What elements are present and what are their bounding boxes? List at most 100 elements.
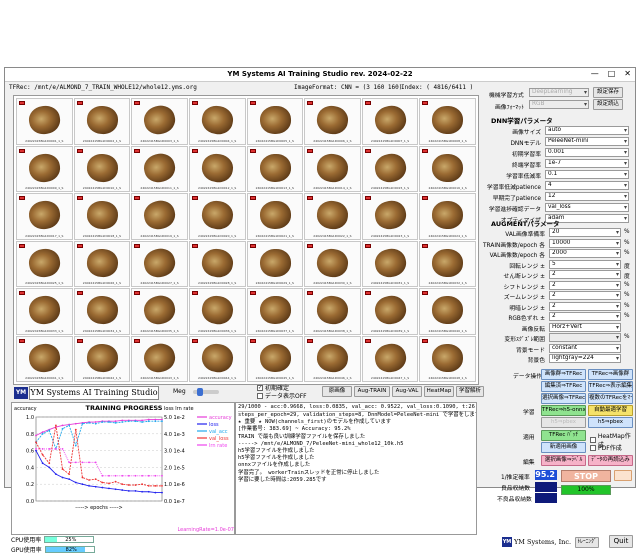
thumbnail[interactable]: 24022415BG1D0020_1_S — [188, 193, 246, 240]
reload-data-button[interactable]: ﾃﾞｰﾀの再読込み — [588, 455, 633, 466]
aug-param-input[interactable]: constant — [549, 343, 621, 353]
thumbnail[interactable]: 24022415BG1D0033_1_S — [16, 288, 73, 335]
selected-to-label-button[interactable]: 選択画像⇒ﾗﾍﾞﾙ — [541, 455, 586, 466]
pdf-checkbox[interactable]: PDF作成 — [590, 443, 622, 452]
trec-batch-button[interactable]: TFRec ﾊﾞｯﾁ — [541, 430, 586, 441]
thumbnail[interactable]: 24022415BG1D0004_1_S — [188, 98, 246, 145]
close-button[interactable]: ✕ — [624, 69, 631, 78]
aug-param-input[interactable]: 2 — [549, 291, 621, 300]
thumbnail[interactable]: 24022415BG1D0048_1_S — [419, 335, 476, 382]
flag-icon[interactable] — [191, 338, 198, 343]
new-apply-images-button[interactable]: 新適用画像 — [541, 442, 586, 453]
flag-icon[interactable] — [134, 338, 141, 343]
thumbnail[interactable]: 24022415BG1D0010_1_S — [73, 145, 131, 192]
flag-icon[interactable] — [249, 338, 256, 343]
flag-icon[interactable] — [76, 148, 83, 153]
flag-icon[interactable] — [191, 291, 198, 295]
flag-icon[interactable] — [191, 196, 198, 200]
thumbnail[interactable]: 24022415BG1D0008_1_S — [419, 98, 476, 145]
thumbnail[interactable]: 24022415BG1D0012_1_S — [188, 145, 246, 192]
image-format-select[interactable]: RGB — [529, 100, 589, 109]
flag-icon[interactable] — [191, 243, 198, 248]
thumbnail[interactable]: 24022415BG1D0001_1_S — [16, 98, 73, 145]
thumbnail[interactable]: 24022415BG1D0043_1_S — [131, 335, 188, 382]
flag-icon[interactable] — [249, 196, 256, 200]
flag-icon[interactable] — [364, 291, 371, 295]
selected-to-trec-button[interactable]: 選択画像⇒TFRec — [541, 393, 586, 404]
thumbnail[interactable]: 24022415BG1D0047_1_S — [361, 335, 419, 382]
thumbnail[interactable]: 24022415BG1D0023_1_S — [361, 193, 419, 240]
flag-icon[interactable] — [364, 196, 371, 200]
aug-param-input[interactable]: 2 — [549, 280, 621, 290]
dnn-param-select[interactable]: PeleeNet-mini — [545, 137, 629, 146]
flag-icon[interactable] — [76, 101, 83, 105]
small-orange-button[interactable] — [614, 470, 632, 481]
tab-aug-val[interactable]: Aug-VAL — [392, 386, 422, 397]
thumbnail[interactable]: 24022415BG1D0041_1_S — [16, 335, 73, 382]
thumbnail[interactable]: 24022415BG1D0022_1_S — [304, 193, 361, 240]
flag-icon[interactable] — [134, 101, 141, 105]
dnn-param-select[interactable]: 0.001 — [545, 148, 629, 157]
flag-icon[interactable] — [191, 148, 198, 153]
dnn-param-select[interactable]: auto — [545, 126, 629, 135]
thumbnail[interactable]: 24022415BG1D0021_1_S — [246, 193, 304, 240]
thumbnail[interactable]: 24022415BG1D0029_1_S — [246, 240, 304, 287]
dnn-param-select[interactable]: 4 — [545, 181, 629, 190]
minimize-button[interactable]: — — [591, 69, 599, 78]
dnn-param-select[interactable]: val_loss — [545, 203, 629, 212]
thumbnail[interactable]: 24022415BG1D0042_1_S — [73, 335, 131, 382]
flag-icon[interactable] — [422, 338, 429, 343]
flag-icon[interactable] — [249, 243, 256, 248]
flag-icon[interactable] — [134, 196, 141, 200]
flag-icon[interactable] — [19, 338, 25, 343]
flag-icon[interactable] — [134, 291, 141, 295]
flag-icon[interactable] — [249, 291, 256, 295]
meg-slider[interactable] — [193, 388, 219, 396]
chk-data-off[interactable]: データ表示OFF — [257, 391, 307, 400]
aug-param-input[interactable]: Horz+Vert — [549, 322, 621, 332]
flag-icon[interactable] — [76, 291, 83, 295]
flag-icon[interactable] — [76, 243, 83, 248]
images-to-trec-button[interactable]: 画像群⇒TFRec — [541, 369, 586, 380]
aug-param-input[interactable]: 10000 — [549, 238, 621, 248]
thumbnail[interactable]: 24022415BG1D0016_1_S — [419, 145, 476, 192]
thumbnail[interactable]: 24022415BG1D0015_1_S — [361, 145, 419, 192]
flag-icon[interactable] — [307, 338, 314, 343]
thumbnail[interactable]: 24022415BG1D0031_1_S — [361, 240, 419, 287]
thumbnail[interactable]: 24022415BG1D0028_1_S — [188, 240, 246, 287]
edited-to-trec-button[interactable]: 編集済⇒TFRec — [541, 381, 586, 392]
flag-icon[interactable] — [307, 148, 314, 153]
flag-icon[interactable] — [134, 148, 141, 153]
thumbnail[interactable]: 24022415BG1D0007_1_S — [361, 98, 419, 145]
aug-param-input[interactable]: 20 — [549, 228, 621, 237]
thumbnail[interactable]: 24022415BG1D0040_1_S — [419, 288, 476, 335]
thumbnail[interactable]: 24022415BG1D0030_1_S — [304, 240, 361, 287]
save-settings-button[interactable]: 設定保存 — [593, 87, 623, 98]
thumbnail[interactable]: 24022415BG1D0019_1_S — [131, 193, 188, 240]
thumbnail[interactable]: 24022415BG1D0005_1_S — [246, 98, 304, 145]
stop-button[interactable]: STOP — [561, 470, 611, 482]
thumbnail[interactable]: 24022415BG1D0025_1_S — [16, 240, 73, 287]
thumbnail[interactable]: 24022415BG1D0034_1_S — [73, 288, 131, 335]
auto-optimal-learn-button[interactable]: 自動最適学習 — [588, 405, 633, 416]
flag-icon[interactable] — [307, 101, 314, 105]
thumbnail[interactable]: 24022415BG1D0038_1_S — [304, 288, 361, 335]
thumbnail[interactable]: 24022415BG1D0035_1_S — [131, 288, 188, 335]
flag-icon[interactable] — [364, 338, 371, 343]
flag-icon[interactable] — [307, 243, 314, 248]
flag-icon[interactable] — [364, 243, 371, 248]
trec-to-h5-button[interactable]: TFRec⇒h5-onnx — [541, 405, 586, 416]
training-small-button[interactable]: ﾄﾚｰﾆﾝｸﾞ — [575, 537, 599, 548]
flag-icon[interactable] — [307, 291, 314, 295]
thumbnail[interactable]: 24022415BG1D0002_1_S — [73, 98, 131, 145]
thumbnail[interactable]: 24022415BG1D0039_1_S — [361, 288, 419, 335]
flag-icon[interactable] — [307, 196, 314, 200]
aug-param-input[interactable]: 2 — [549, 312, 621, 321]
thumbnail[interactable]: 24022415BG1D0018_1_S — [73, 193, 131, 240]
trec-to-view-button[interactable]: TFRec⇒表示編集 — [588, 381, 633, 392]
tab-analysis[interactable]: 学習解析 — [456, 386, 484, 397]
thumbnail[interactable]: 24022415BG1D0006_1_S — [304, 98, 361, 145]
thumbnail[interactable]: 24022415BG1D0027_1_S — [131, 240, 188, 287]
aug-param-input[interactable]: lightgray=224 — [549, 354, 621, 363]
thumbnail[interactable]: 24022415BG1D0037_1_S — [246, 288, 304, 335]
